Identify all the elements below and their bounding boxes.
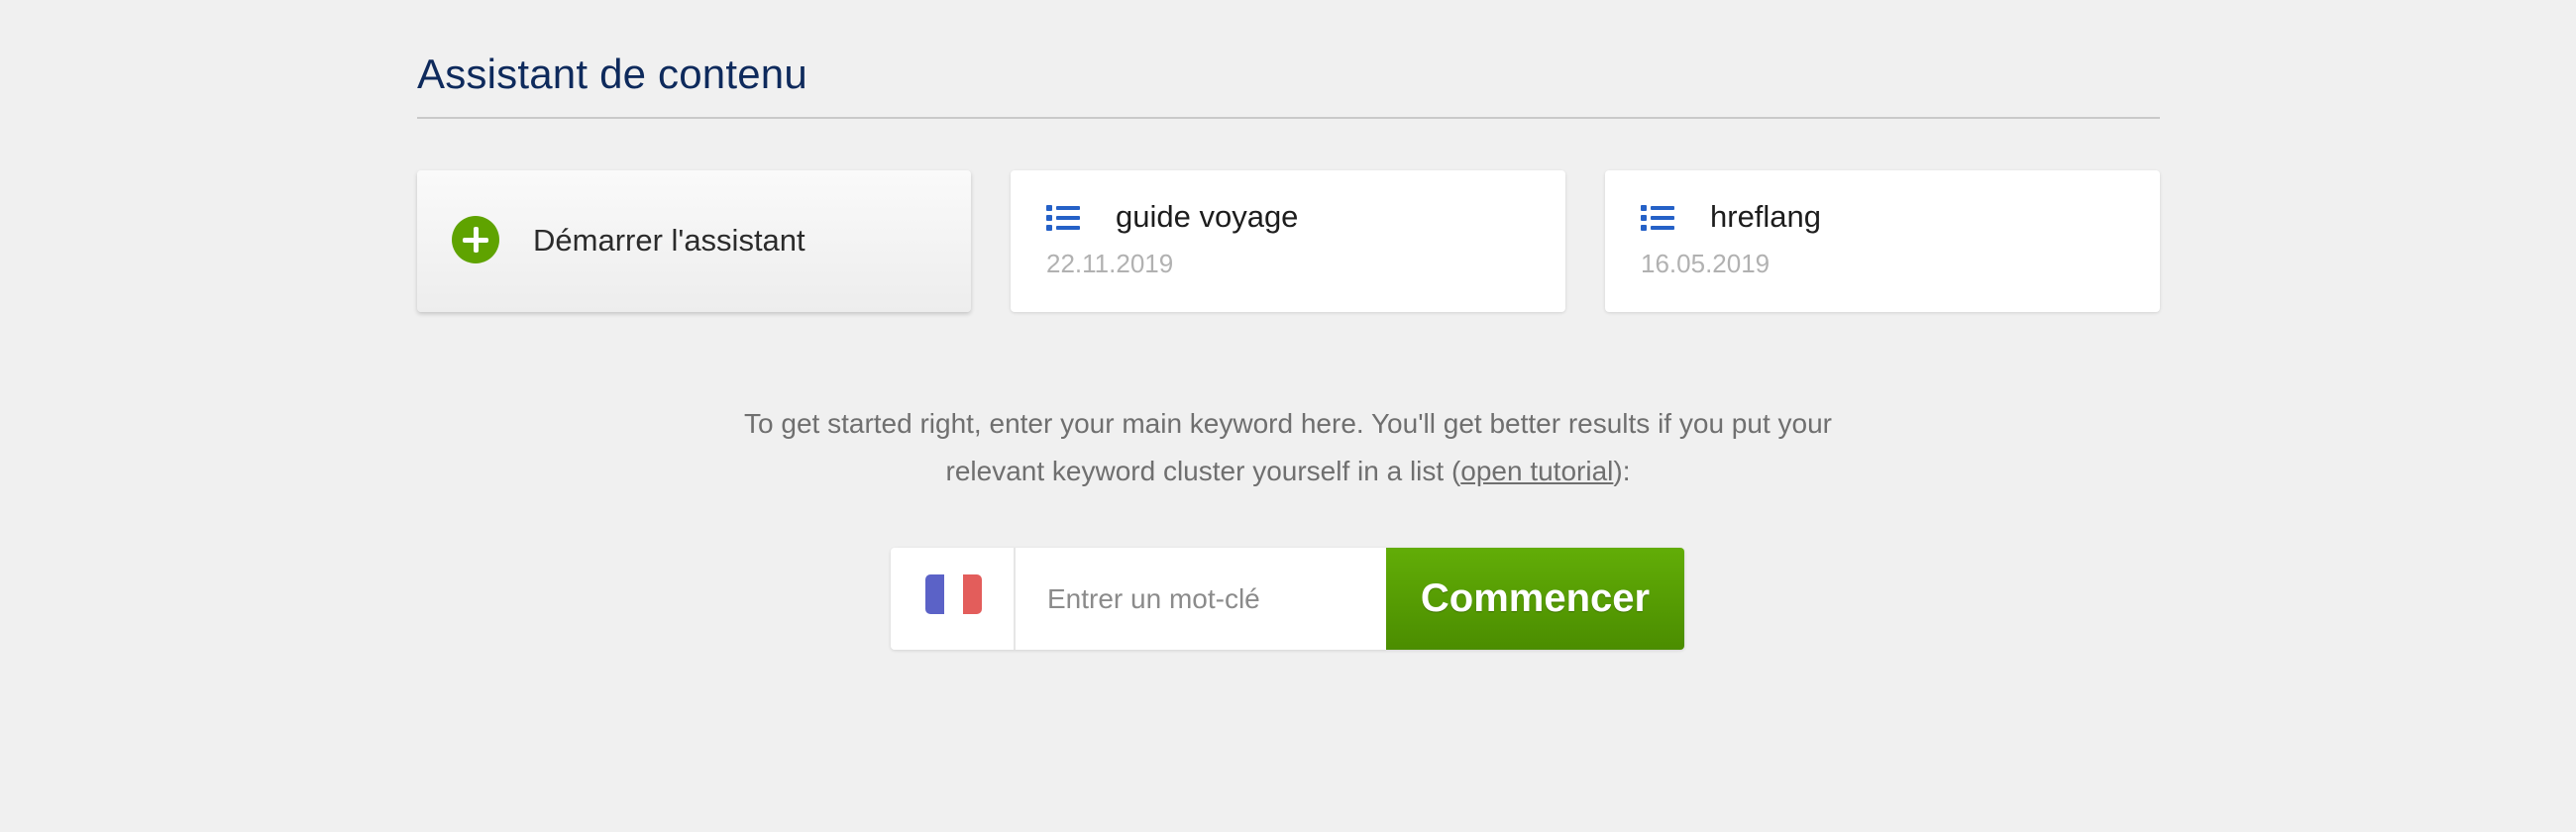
project-card-guide-voyage[interactable]: guide voyage 22.11.2019 bbox=[1011, 170, 1565, 312]
intro-text-before: To get started right, enter your main ke… bbox=[744, 408, 1832, 486]
plus-circle-icon bbox=[452, 216, 499, 263]
project-name: guide voyage bbox=[1116, 199, 1299, 234]
intro-text-after: ): bbox=[1613, 456, 1631, 486]
project-name: hreflang bbox=[1710, 199, 1822, 234]
list-icon bbox=[1641, 204, 1674, 232]
keyword-search-bar: Commencer bbox=[891, 548, 1684, 650]
assistant-cards: Démarrer l'assistant guide voyage 22.11.… bbox=[417, 170, 2160, 312]
title-divider bbox=[417, 117, 2160, 119]
project-date: 16.05.2019 bbox=[1641, 249, 1771, 278]
france-flag-icon bbox=[925, 574, 982, 614]
list-icon bbox=[1046, 204, 1080, 232]
intro-text: To get started right, enter your main ke… bbox=[694, 400, 1882, 495]
open-tutorial-link[interactable]: open tutorial bbox=[1460, 456, 1613, 486]
content-assistant-page: Assistant de contenu Démarrer l'assistan… bbox=[0, 0, 2576, 832]
keyword-input[interactable] bbox=[1016, 548, 1386, 650]
country-selector[interactable] bbox=[891, 548, 1016, 650]
project-card-hreflang[interactable]: hreflang 16.05.2019 bbox=[1605, 170, 2160, 312]
page-header: Assistant de contenu bbox=[417, 50, 2160, 119]
start-assistant-card[interactable]: Démarrer l'assistant bbox=[417, 170, 971, 312]
project-date: 22.11.2019 bbox=[1046, 249, 1174, 278]
start-assistant-label: Démarrer l'assistant bbox=[533, 223, 805, 258]
page-title: Assistant de contenu bbox=[417, 51, 807, 97]
start-button[interactable]: Commencer bbox=[1386, 548, 1684, 650]
